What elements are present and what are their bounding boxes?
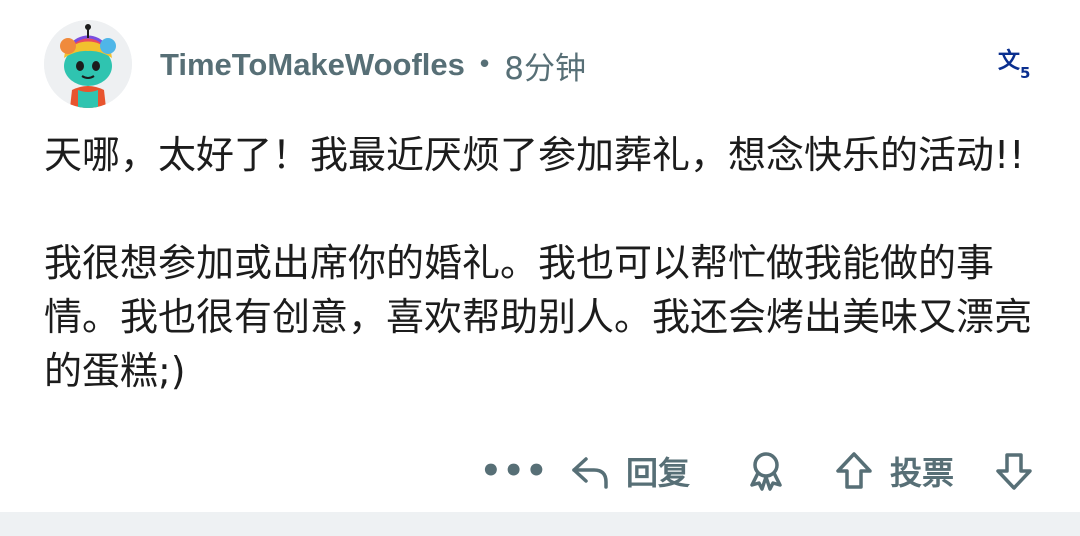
vote-label: 投票 [890,454,955,492]
downvote-arrow-icon [996,453,1032,490]
award-icon [750,452,782,491]
comment-header: TimeToMakeWoofles • 8分钟 文 5 [44,20,1036,110]
reply-button[interactable]: 回复 [568,442,690,500]
upvote-arrow-icon [836,452,872,489]
more-options-button[interactable]: ••• [480,442,548,500]
avatar[interactable] [44,20,132,108]
divider-bar [0,512,1080,536]
comment-meta: TimeToMakeWoofles • 8分钟 [160,44,586,87]
comment-paragraph: 我很想参加或出席你的婚礼。我也可以帮忙做我能做的事情。我也很有创意，喜欢帮助别人… [44,241,1033,393]
comment-actions: ••• 回复 投票 [0,442,1080,500]
translate-icon: 文 5 [998,48,1030,82]
downvote-button[interactable] [992,442,1036,500]
more-options-icon: ••• [480,451,549,491]
svg-text:5: 5 [1020,64,1030,82]
snoo-avatar-icon [44,20,132,108]
comment-body: 天哪，太好了！我最近厌烦了参加葬礼，想念快乐的活动!! 我很想参加或出席你的婚礼… [44,128,1044,398]
upvote-button[interactable]: 投票 [832,442,954,500]
svg-text:文: 文 [998,48,1021,74]
meta-separator: • [476,50,493,80]
award-button[interactable] [744,442,788,500]
timestamp: 8分钟 [504,50,586,87]
username[interactable]: TimeToMakeWoofles [160,47,465,83]
comment-paragraph: 天哪，太好了！我最近厌烦了参加葬礼，想念快乐的活动!! [44,133,1025,177]
reply-label: 回复 [626,454,691,492]
translate-button[interactable]: 文 5 [998,46,1034,82]
reply-arrow-icon [572,457,608,489]
